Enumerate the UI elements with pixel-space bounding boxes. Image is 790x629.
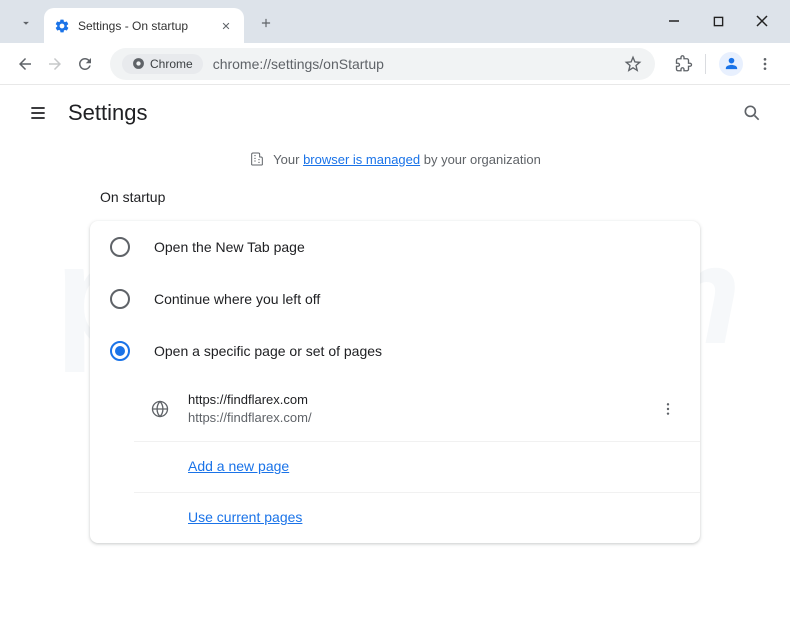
option-label: Open the New Tab page: [154, 239, 305, 255]
globe-icon: [150, 399, 170, 419]
gear-icon: [54, 18, 70, 34]
tab-title: Settings - On startup: [78, 19, 218, 33]
option-new-tab[interactable]: Open the New Tab page: [90, 221, 700, 273]
puzzle-icon: [675, 55, 693, 73]
settings-menu-button[interactable]: [20, 95, 56, 131]
settings-title: Settings: [68, 100, 148, 126]
window-minimize-button[interactable]: [664, 11, 684, 31]
managed-suffix: by your organization: [420, 152, 541, 167]
building-icon: [249, 151, 265, 167]
hamburger-icon: [28, 103, 48, 123]
bookmark-button[interactable]: [623, 54, 643, 74]
tab-close-button[interactable]: [218, 18, 234, 34]
startup-page-url: https://findflarex.com/: [188, 409, 656, 427]
minimize-icon: [668, 15, 680, 27]
close-icon: [221, 21, 231, 31]
site-chip[interactable]: Chrome: [122, 54, 203, 74]
forward-button[interactable]: [40, 49, 70, 79]
startup-page-item: https://findflarex.com https://findflare…: [134, 377, 700, 441]
option-label: Open a specific page or set of pages: [154, 343, 382, 359]
more-vert-icon: [757, 56, 773, 72]
window-titlebar: Settings - On startup: [0, 0, 790, 43]
settings-header: Settings: [0, 85, 790, 141]
option-label: Continue where you left off: [154, 291, 320, 307]
section-title: On startup: [100, 189, 700, 205]
radio-icon-selected: [110, 341, 130, 361]
profile-button[interactable]: [716, 49, 746, 79]
chevron-down-icon: [19, 16, 33, 30]
option-specific-pages[interactable]: Open a specific page or set of pages: [90, 325, 700, 377]
search-icon: [742, 103, 762, 123]
chrome-menu-button[interactable]: [750, 49, 780, 79]
tab-search-dropdown[interactable]: [12, 9, 40, 37]
window-close-button[interactable]: [752, 11, 772, 31]
browser-tab[interactable]: Settings - On startup: [44, 8, 244, 43]
more-vert-icon: [660, 401, 676, 417]
url-text: chrome://settings/onStartup: [213, 56, 623, 72]
browser-toolbar: Chrome chrome://settings/onStartup: [0, 43, 790, 85]
chrome-icon: [132, 57, 145, 70]
add-page-link[interactable]: Add a new page: [188, 458, 289, 474]
forward-icon: [46, 55, 64, 73]
avatar: [719, 52, 743, 76]
use-current-pages-row[interactable]: Use current pages: [134, 492, 700, 543]
managed-prefix: Your: [273, 152, 303, 167]
use-current-pages-link[interactable]: Use current pages: [188, 509, 302, 525]
reload-button[interactable]: [70, 49, 100, 79]
extensions-button[interactable]: [669, 49, 699, 79]
add-page-row[interactable]: Add a new page: [134, 441, 700, 492]
radio-icon: [110, 289, 130, 309]
option-continue[interactable]: Continue where you left off: [90, 273, 700, 325]
close-icon: [756, 15, 768, 27]
startup-card: Open the New Tab page Continue where you…: [90, 221, 700, 543]
radio-icon: [110, 237, 130, 257]
window-maximize-button[interactable]: [708, 11, 728, 31]
person-icon: [723, 55, 740, 72]
star-icon: [624, 55, 642, 73]
address-bar[interactable]: Chrome chrome://settings/onStartup: [110, 48, 655, 80]
back-button[interactable]: [10, 49, 40, 79]
plus-icon: [259, 16, 273, 30]
settings-search-button[interactable]: [734, 95, 770, 131]
new-tab-button[interactable]: [252, 9, 280, 37]
startup-page-title: https://findflarex.com: [188, 391, 656, 409]
site-chip-label: Chrome: [150, 57, 193, 71]
managed-banner: Your browser is managed by your organiza…: [0, 141, 790, 177]
toolbar-separator: [705, 54, 706, 74]
startup-page-more-button[interactable]: [656, 397, 680, 421]
maximize-icon: [713, 16, 724, 27]
window-controls: [664, 11, 772, 31]
managed-link[interactable]: browser is managed: [303, 152, 420, 167]
reload-icon: [76, 55, 94, 73]
back-icon: [16, 55, 34, 73]
settings-content: On startup Open the New Tab page Continu…: [0, 189, 790, 543]
